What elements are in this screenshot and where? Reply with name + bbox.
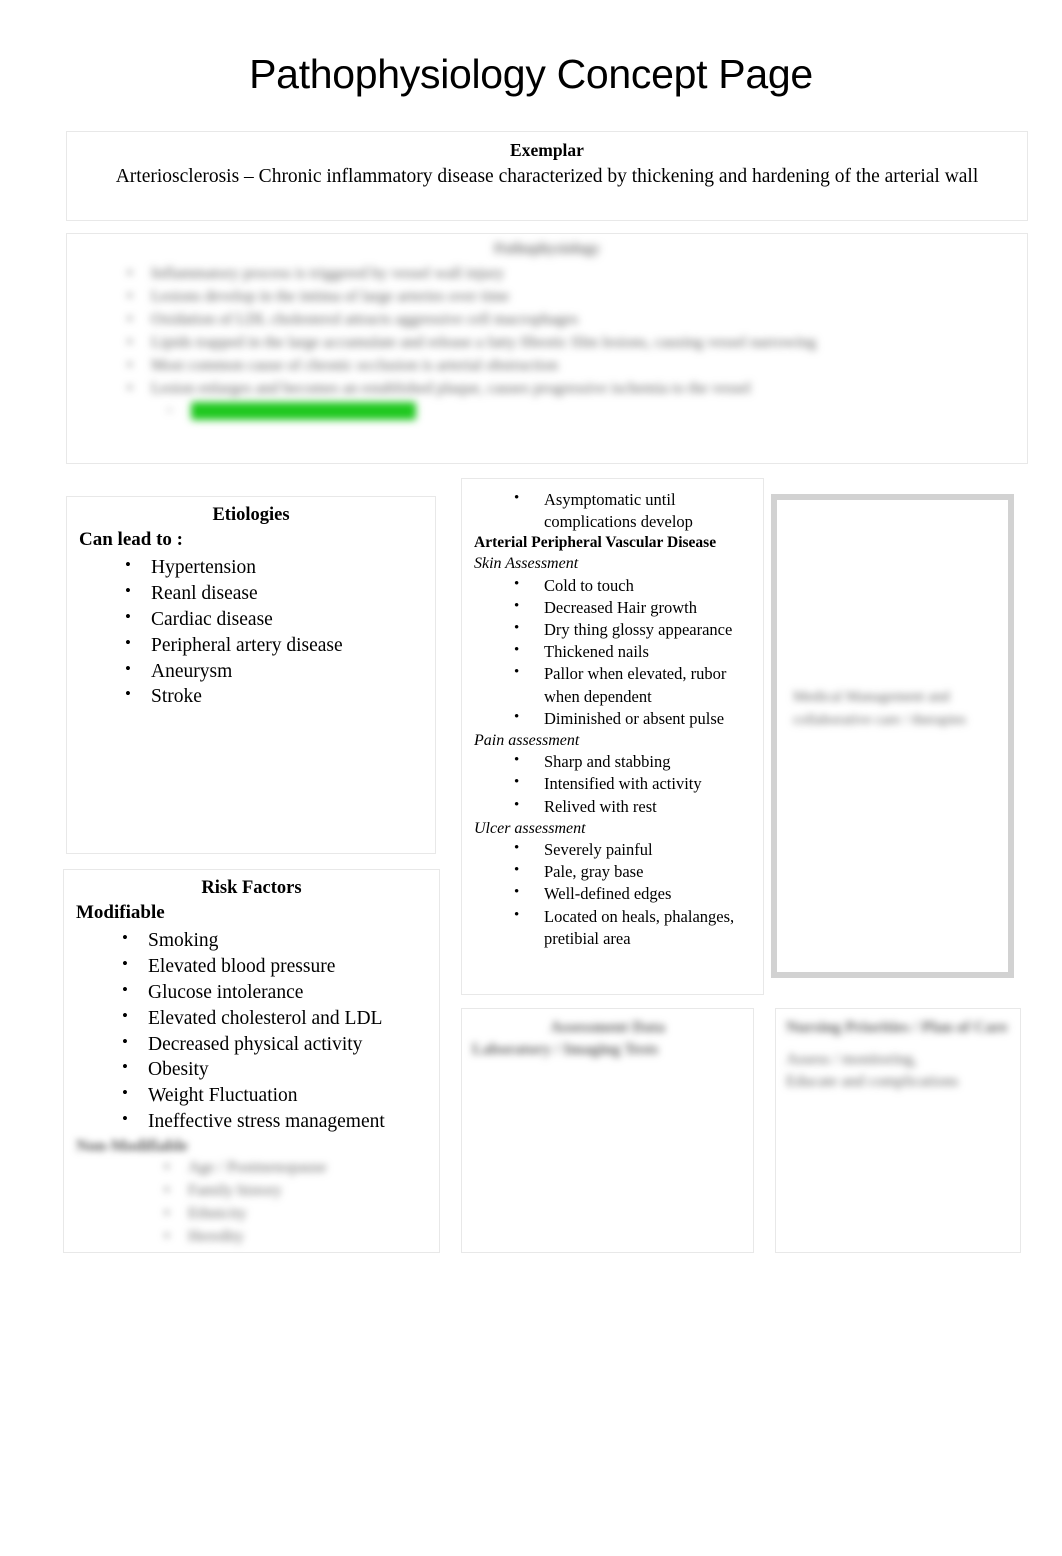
list-item: Weight Fluctuation: [76, 1082, 427, 1109]
skin-assessment-label: Skin Assessment: [474, 555, 579, 573]
list-item: Glucose intolerance: [76, 979, 427, 1006]
treatment-line: collaborative care / therapies: [793, 711, 966, 728]
exemplar-definition: Arteriosclerosis – Chronic inflammatory …: [115, 165, 979, 187]
list-item-highlighted: [79, 401, 1015, 423]
list-item: Pallor when elevated, rubor when depende…: [468, 662, 757, 707]
pain-assessment-list: Sharp and stabbing Intensified with acti…: [468, 750, 757, 818]
risk-factors-box: Risk Factors Modifiable Smoking Elevated…: [63, 869, 440, 1253]
etiologies-title: Etiologies: [212, 505, 290, 525]
etiologies-box: Etiologies Can lead to : Hypertension Re…: [66, 496, 436, 854]
list-item: Severely painful: [468, 838, 757, 861]
pathophysiology-heading: Pathophysiology: [494, 241, 600, 257]
list-item: Ethnicity: [76, 1203, 427, 1226]
list-item: Oxidation of LDL cholesterol attracts ag…: [79, 308, 1015, 331]
nursing-box: Nursing Priorities / Plan of Care Assess…: [775, 1008, 1021, 1253]
list-item: Dry thing glossy appearance: [468, 618, 757, 641]
pathophysiology-list: Inflammatory process is triggered by ves…: [79, 262, 1015, 423]
list-item: Well-defined edges: [468, 882, 757, 905]
list-item: Cardiac disease: [79, 606, 423, 633]
ulcer-assessment-label: Ulcer assessment: [474, 819, 586, 837]
nursing-heading: Nursing Priorities / Plan of Care: [786, 1019, 1008, 1036]
modifiable-list: Smoking Elevated blood pressure Glucose …: [76, 927, 427, 1135]
treatment-line: Medical Management and: [793, 689, 950, 705]
list-item: Located on heals, phalanges, pretibial a…: [468, 905, 757, 950]
list-item: Ineffective stress management: [76, 1108, 427, 1135]
exemplar-box: Exemplar Arteriosclerosis – Chronic infl…: [66, 131, 1028, 221]
list-item: Decreased physical activity: [76, 1031, 427, 1058]
list-item: Heredity: [76, 1226, 427, 1249]
nonmodifiable-label: Non-Modifiable: [76, 1136, 188, 1156]
list-item: Inflammatory process is triggered by ves…: [79, 262, 1015, 285]
list-item: Elevated blood pressure: [76, 953, 427, 980]
modifiable-label: Modifiable: [76, 902, 165, 924]
list-item: Smoking: [76, 927, 427, 954]
ulcer-assessment-list: Severely painful Pale, gray base Well-de…: [468, 838, 757, 950]
list-item: Sharp and stabbing: [468, 750, 757, 773]
pathophysiology-box: Pathophysiology Inflammatory process is …: [66, 233, 1028, 464]
list-item: Aneurysm: [79, 658, 423, 685]
manifestations-lead-list: Asymptomatic until complications develop: [468, 488, 757, 533]
list-item: Reanl disease: [79, 580, 423, 607]
list-item: Relived with rest: [468, 795, 757, 818]
list-item: Lesions develop in the intima of large a…: [79, 285, 1015, 308]
diagnostics-heading: Assessment Data: [549, 1019, 666, 1036]
etiologies-list: Hypertension Reanl disease Cardiac disea…: [79, 554, 423, 711]
skin-assessment-list: Cold to touch Decreased Hair growth Dry …: [468, 574, 757, 730]
list-item: Cold to touch: [468, 574, 757, 597]
nursing-line: Educate and complications: [786, 1072, 959, 1090]
treatment-content: Medical Management and collaborative car…: [793, 686, 1003, 731]
diagnostics-subheading: Laboratory / Imaging Tests: [472, 1040, 659, 1058]
treatment-box: Medical Management and collaborative car…: [771, 494, 1014, 978]
list-item: Thickened nails: [468, 640, 757, 663]
exemplar-heading: Exemplar: [510, 140, 584, 160]
list-item: Decreased Hair growth: [468, 596, 757, 619]
list-item: Peripheral artery disease: [79, 632, 423, 659]
list-item: Age / Postmenopause: [76, 1157, 427, 1180]
green-highlight-redaction: [191, 401, 417, 420]
list-item: Family history: [76, 1180, 427, 1203]
list-item: Obesity: [76, 1056, 427, 1083]
clinical-manifestations-box: Asymptomatic until complications develop…: [461, 478, 764, 995]
list-item: Intensified with activity: [468, 772, 757, 795]
list-item: Asymptomatic until complications develop: [468, 488, 757, 533]
page-title: Pathophysiology Concept Page: [249, 51, 813, 97]
list-item: Pale, gray base: [468, 860, 757, 883]
nonmodifiable-list: Age / Postmenopause Family history Ethni…: [76, 1157, 427, 1248]
list-item: Most common cause of chronic occlusion i…: [79, 354, 1015, 377]
list-item: Elevated cholesterol and LDL: [76, 1005, 427, 1032]
list-item: Lipids trapped in the large accumulate a…: [79, 331, 1015, 354]
nursing-line: Assess / monitoring,: [786, 1050, 918, 1068]
list-item: Stroke: [79, 683, 423, 710]
risk-factors-title: Risk Factors: [201, 878, 302, 898]
list-item: Hypertension: [79, 554, 423, 581]
list-item: Diminished or absent pulse: [468, 707, 757, 730]
diagnostics-box: Assessment Data Laboratory / Imaging Tes…: [461, 1008, 754, 1253]
list-item: Lesion enlarges and becomes an establish…: [79, 377, 1015, 400]
etiologies-lead-in: Can lead to :: [79, 529, 183, 551]
pain-assessment-label: Pain assessment: [474, 731, 580, 749]
manifestations-section-heading: Arterial Peripheral Vascular Disease: [474, 534, 717, 552]
